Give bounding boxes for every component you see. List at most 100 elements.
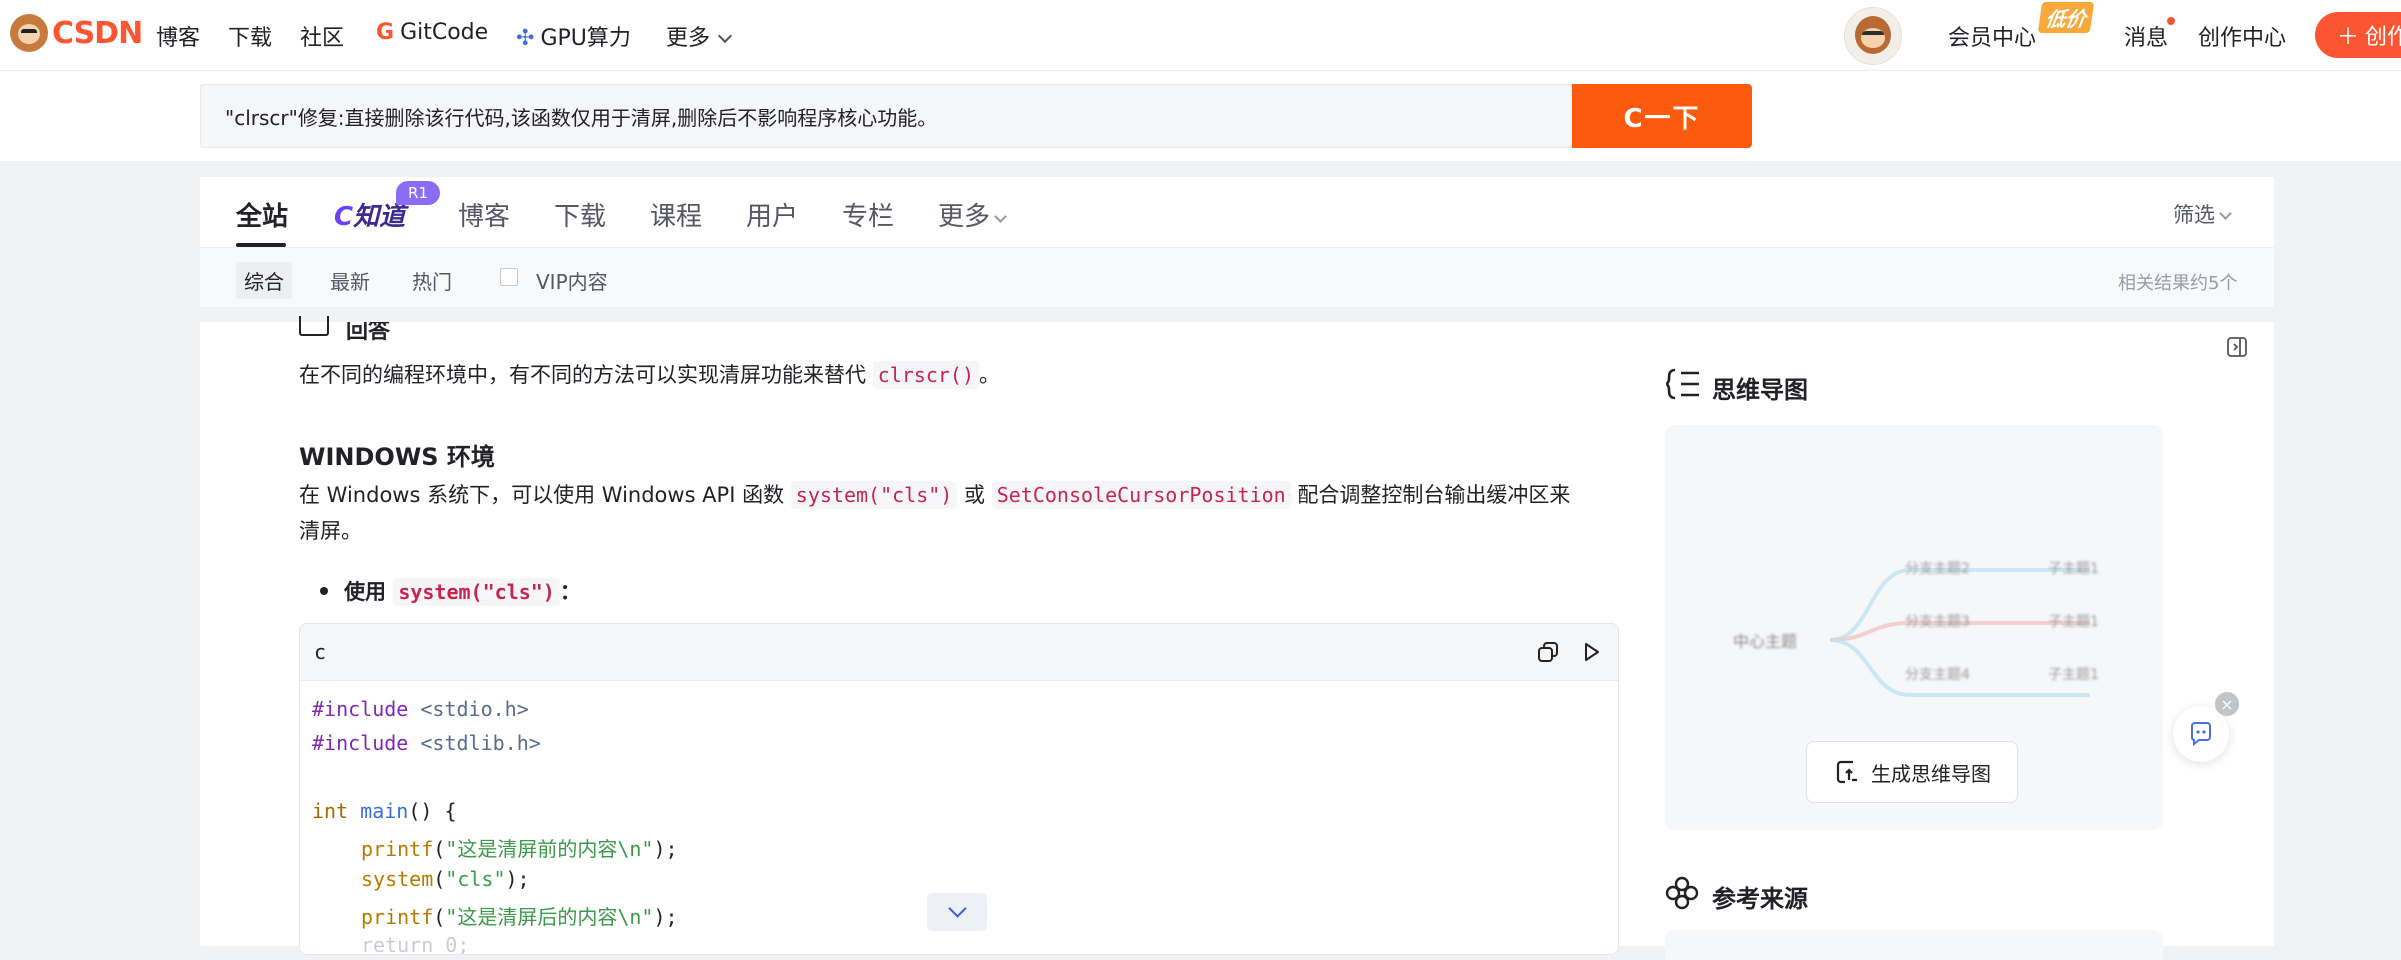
tab-blog[interactable]: 博客	[458, 196, 510, 233]
code-line-5: printf("这是清屏前的内容\n");	[361, 833, 678, 862]
windows-heading: WINDOWS 环境	[299, 443, 495, 471]
vip-checkbox[interactable]	[500, 268, 518, 286]
vip-content-label[interactable]: VIP内容	[536, 266, 608, 295]
intro-text: 在不同的编程环境中，有不同的方法可以实现清屏功能来替代	[299, 363, 866, 387]
reference-title: 参考来源	[1712, 885, 1808, 913]
code-token: );	[505, 867, 530, 891]
gitcode-icon: G	[376, 20, 395, 45]
notification-dot	[2167, 17, 2175, 25]
code-token: "cls"	[445, 867, 506, 891]
answer-intro: 在不同的编程环境中，有不同的方法可以实现清屏功能来替代 clrscr()。	[299, 359, 1000, 389]
code-token: int	[312, 799, 349, 823]
code-token: );	[653, 837, 678, 861]
code-token: main	[360, 799, 409, 823]
code-token: <stdlib.h>	[408, 731, 541, 755]
tab-more-label: 更多	[938, 202, 991, 232]
filter-label: 筛选	[2173, 203, 2215, 227]
search-button[interactable]: C一下	[1572, 84, 1752, 148]
inline-code-bullet: system("cls")	[393, 578, 560, 606]
filter-comprehensive[interactable]: 综合	[236, 262, 292, 299]
win-text-1: 在 Windows 系统下，可以使用 Windows API 函数	[299, 483, 785, 507]
plus-icon: ＋	[2337, 25, 2360, 50]
mindmap-branch-node: 分支主题2	[1905, 561, 1970, 577]
mindmap-leaf-node: 子主题1	[2048, 561, 2099, 577]
bullet-label: 使用	[344, 580, 386, 604]
chevron-down-icon	[717, 28, 733, 44]
csdn-logo[interactable]: CSDN	[10, 14, 143, 52]
code-token: printf	[361, 837, 434, 861]
tab-zhidao[interactable]: C知道	[334, 196, 405, 233]
mindmap-leaf-node: 子主题1	[2048, 667, 2099, 683]
run-icon[interactable]	[1579, 640, 1603, 664]
zhidao-c-icon: C	[334, 202, 354, 232]
code-token: #include	[312, 697, 409, 721]
nav-gitcode[interactable]: G GitCode	[376, 20, 488, 45]
nav-download[interactable]: 下载	[228, 20, 272, 52]
windows-paragraph-line1: 在 Windows 系统下，可以使用 Windows API 函数 system…	[299, 479, 1570, 509]
nav-gpu[interactable]: ✣ GPU算力	[516, 20, 631, 52]
generate-mindmap-icon	[1836, 760, 1857, 784]
copy-icon[interactable]	[1536, 640, 1560, 664]
code-block-header: c	[300, 624, 1618, 681]
csdn-mascot-icon	[10, 14, 48, 52]
tab-course[interactable]: 课程	[650, 196, 702, 233]
tab-download[interactable]: 下载	[554, 196, 606, 233]
tab-user[interactable]: 用户	[746, 196, 798, 233]
gpu-icon: ✣	[516, 26, 535, 51]
search-input[interactable]	[200, 84, 1572, 148]
generate-mindmap-button[interactable]: 生成思维导图	[1806, 741, 2018, 803]
nav-creator-center[interactable]: 创作中心	[2198, 20, 2286, 52]
nav-blog[interactable]: 博客	[156, 20, 200, 52]
answer-heading: 回答	[346, 319, 391, 341]
inline-code-clrscr: clrscr()	[872, 361, 980, 389]
windows-paragraph-line2: 清屏。	[299, 519, 362, 543]
chevron-down-icon	[2219, 207, 2232, 220]
filter-latest[interactable]: 最新	[330, 266, 370, 295]
tab-all[interactable]: 全站	[236, 196, 288, 233]
code-token: #include	[312, 731, 409, 755]
inline-code-system-cls: system("cls")	[790, 481, 958, 509]
generate-mindmap-label: 生成思维导图	[1871, 761, 1991, 786]
mindmap-branch-node: 分支主题4	[1905, 667, 1970, 683]
nav-community[interactable]: 社区	[300, 20, 344, 52]
code-line-1: #include <stdio.h>	[312, 697, 529, 721]
code-token: );	[653, 905, 678, 929]
nav-messages[interactable]: 消息	[2124, 20, 2168, 52]
chevron-down-icon	[994, 210, 1007, 223]
sidebar-toggle-icon[interactable]	[2226, 336, 2248, 358]
r1-badge: R1	[396, 181, 440, 205]
filter-toggle[interactable]: 筛选	[2173, 199, 2232, 229]
create-button[interactable]: ＋创作	[2315, 12, 2401, 58]
code-token: "这是清屏前的内容\n"	[445, 837, 654, 861]
win-text-2: 配合调整控制台输出缓冲区来	[1297, 483, 1571, 507]
mindmap-branch-node: 分支主题3	[1905, 614, 1970, 630]
code-language: c	[314, 640, 327, 664]
filter-hot[interactable]: 热门	[412, 266, 452, 295]
code-token: () {	[408, 799, 457, 823]
user-avatar[interactable]	[1844, 7, 1902, 65]
code-line-6: system("cls");	[361, 867, 530, 891]
code-token: system	[361, 867, 434, 891]
create-button-label: 创作	[2365, 25, 2401, 50]
tab-column[interactable]: 专栏	[842, 196, 894, 233]
code-token: (	[433, 905, 446, 929]
code-line-8: return 0;	[361, 933, 470, 955]
mindmap-icon	[1665, 368, 1699, 400]
nav-member-center[interactable]: 会员中心	[1948, 20, 2036, 52]
intro-end: 。	[979, 363, 1001, 387]
nav-more[interactable]: 更多	[666, 20, 733, 52]
code-line-4: int main() {	[312, 799, 457, 823]
bullet-item: 使用 system("cls")：	[344, 576, 581, 606]
low-price-badge: 低价	[2037, 2, 2095, 33]
reference-card	[1665, 930, 2163, 960]
code-line-2: #include <stdlib.h>	[312, 731, 541, 755]
mindmap-leaf-node: 子主题1	[2048, 614, 2099, 630]
close-icon[interactable]: ×	[2215, 692, 2239, 716]
bullet-end: ：	[559, 580, 581, 604]
code-token: (	[433, 837, 446, 861]
bullet-dot	[320, 587, 328, 595]
tab-more[interactable]: 更多	[938, 196, 1007, 233]
mindmap-center-node: 中心主题	[1733, 632, 1798, 651]
reference-source-icon	[1665, 876, 1699, 910]
expand-code-button[interactable]	[927, 893, 987, 931]
